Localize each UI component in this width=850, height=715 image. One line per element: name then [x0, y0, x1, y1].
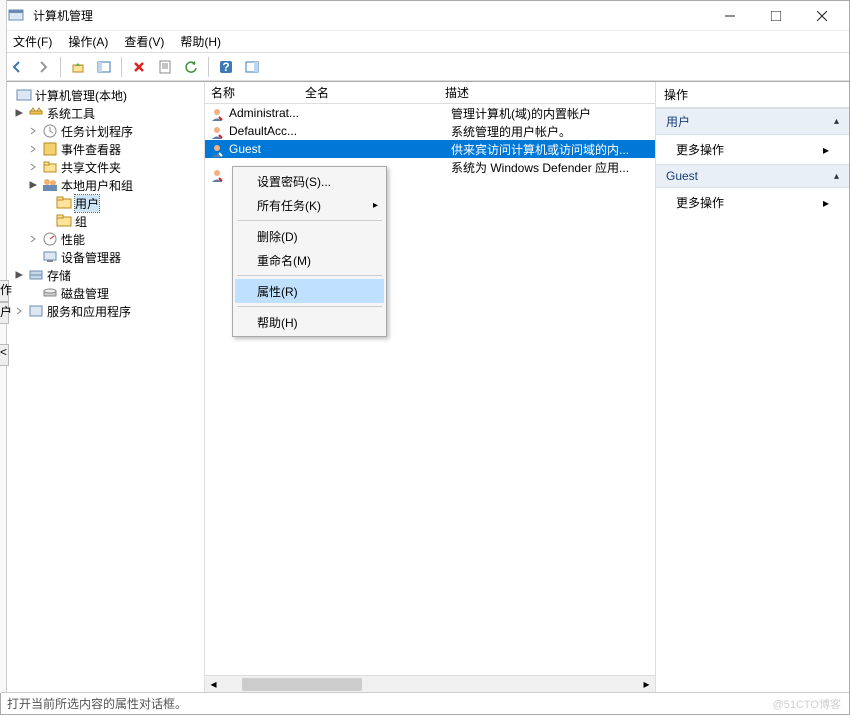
collapse-icon[interactable]: ▴ [834, 116, 839, 127]
tree-users[interactable]: 用户 [11, 194, 202, 212]
up-button[interactable] [66, 55, 90, 79]
scroll-left-icon[interactable]: ◂ [205, 676, 222, 693]
ctx-rename[interactable]: 重命名(M) [235, 248, 384, 272]
window-title: 计算机管理 [33, 7, 93, 24]
properties-button[interactable] [153, 55, 177, 79]
status-text: 打开当前所选内容的属性对话框。 [7, 695, 187, 712]
toolbar: ? [1, 53, 849, 81]
scroll-thumb[interactable] [242, 678, 362, 691]
ctx-all-tasks[interactable]: 所有任务(K)▸ [235, 193, 384, 217]
tree-services[interactable]: 服务和应用程序 [11, 302, 202, 320]
menu-file[interactable]: 文件(F) [7, 31, 58, 52]
actions-pane: 操作 用户▴ 更多操作▸ Guest▴ 更多操作▸ [655, 82, 849, 692]
forward-button[interactable] [31, 55, 55, 79]
actions-more-users[interactable]: 更多操作▸ [656, 135, 849, 164]
back-button[interactable] [5, 55, 29, 79]
ctx-separator [237, 275, 382, 276]
chevron-right-icon: ▸ [373, 200, 378, 211]
ctx-set-password[interactable]: 设置密码(S)... [235, 169, 384, 193]
tree-storage[interactable]: 存储 [11, 266, 202, 284]
ctx-properties[interactable]: 属性(R) [235, 279, 384, 303]
collapse-icon[interactable]: ▴ [834, 171, 839, 182]
show-hide-action-pane-button[interactable] [240, 55, 264, 79]
minimize-button[interactable] [707, 1, 753, 31]
actions-section-users[interactable]: 用户▴ [656, 108, 849, 135]
tree-localusersgroups[interactable]: 本地用户和组 [11, 176, 202, 194]
watermark: @51CTO博客 [773, 696, 841, 712]
col-name[interactable]: 名称 [205, 80, 299, 105]
menu-view[interactable]: 查看(V) [118, 31, 170, 52]
actions-section-guest[interactable]: Guest▴ [656, 164, 849, 188]
tree-diskmgmt[interactable]: 磁盘管理 [11, 284, 202, 302]
help-button[interactable]: ? [214, 55, 238, 79]
refresh-button[interactable] [179, 55, 203, 79]
app-icon [8, 8, 24, 24]
close-button[interactable] [799, 1, 845, 31]
menu-action[interactable]: 操作(A) [62, 31, 114, 52]
tree-sharedfolders[interactable]: 共享文件夹 [11, 158, 202, 176]
menu-bar: 文件(F) 操作(A) 查看(V) 帮助(H) [1, 31, 849, 53]
ctx-delete[interactable]: 删除(D) [235, 224, 384, 248]
maximize-button[interactable] [753, 1, 799, 31]
ctx-separator [237, 306, 382, 307]
title-bar: 计算机管理 [1, 1, 849, 31]
show-hide-console-tree-button[interactable] [92, 55, 116, 79]
actions-header: 操作 [656, 82, 849, 108]
console-tree[interactable]: 计算机管理(本地) 系统工具 任务计划程序 事件查看器 共享文件夹 本地用户和组… [9, 82, 205, 692]
tree-root[interactable]: 计算机管理(本地) [11, 86, 202, 104]
status-bar: 打开当前所选内容的属性对话框。 @51CTO博客 [1, 692, 849, 714]
actions-more-guest[interactable]: 更多操作▸ [656, 188, 849, 217]
svg-text:?: ? [222, 60, 229, 74]
tree-performance[interactable]: 性能 [11, 230, 202, 248]
delete-button[interactable] [127, 55, 151, 79]
tree-eventviewer[interactable]: 事件查看器 [11, 140, 202, 158]
list-row-administrator[interactable]: Administrat...管理计算机(域)的内置帐户 [205, 104, 655, 122]
list-row-guest[interactable]: Guest供来宾访问计算机或访问域的内... [205, 140, 655, 158]
ctx-separator [237, 220, 382, 221]
horizontal-scrollbar[interactable]: ◂ ▸ [205, 675, 655, 692]
main-area: 作 户 < 计算机管理(本地) 系统工具 任务计划程序 事件查看器 共享文件夹 … [1, 81, 849, 692]
tree-tasksched[interactable]: 任务计划程序 [11, 122, 202, 140]
left-sliver: 作 户 < [0, 0, 7, 693]
tree-groups[interactable]: 组 [11, 212, 202, 230]
menu-help[interactable]: 帮助(H) [174, 31, 227, 52]
tree-systools[interactable]: 系统工具 [11, 104, 202, 122]
scroll-right-icon[interactable]: ▸ [638, 676, 655, 693]
tree-devmgr[interactable]: 设备管理器 [11, 248, 202, 266]
context-menu: 设置密码(S)... 所有任务(K)▸ 删除(D) 重命名(M) 属性(R) 帮… [232, 166, 387, 337]
ctx-help[interactable]: 帮助(H) [235, 310, 384, 334]
chevron-right-icon: ▸ [823, 196, 829, 210]
col-description[interactable]: 描述 [439, 80, 655, 105]
list-row-defaultaccount[interactable]: DefaultAcc...系统管理的用户帐户。 [205, 122, 655, 140]
col-fullname[interactable]: 全名 [299, 80, 439, 105]
column-headers[interactable]: 名称 全名 描述 [205, 82, 655, 104]
user-icon [209, 143, 225, 162]
user-icon [209, 168, 225, 187]
chevron-right-icon: ▸ [823, 143, 829, 157]
